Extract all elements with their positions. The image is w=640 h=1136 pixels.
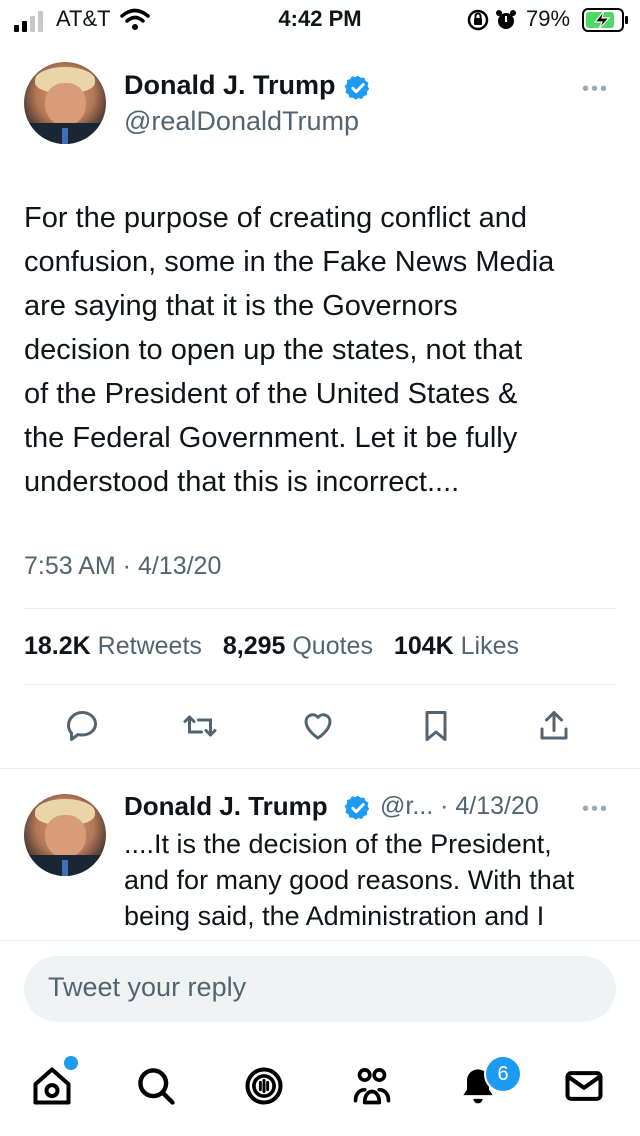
reply-text: ....It is the decision of the President,… (124, 829, 575, 931)
spaces-icon[interactable] (242, 1064, 286, 1108)
alarm-icon (496, 10, 516, 29)
home-unread-dot (62, 1054, 80, 1072)
reply-author-name[interactable]: Donald J. Trump (124, 791, 328, 822)
orientation-lock-icon (467, 9, 489, 31)
divider (24, 684, 616, 685)
reply-author-handle[interactable]: @r... · 4/13/20 (380, 792, 539, 821)
more-options-icon[interactable]: ••• (582, 78, 609, 101)
bookmark-icon[interactable] (418, 708, 454, 744)
verified-badge-icon (344, 75, 370, 100)
likes-stat[interactable]: 104K Likes (394, 632, 519, 660)
status-bar: AT&T 4:42 PM 79% (0, 0, 640, 40)
like-icon[interactable] (300, 708, 336, 744)
reply-input-placeholder: Tweet your reply (48, 972, 247, 1002)
messages-icon[interactable] (562, 1064, 606, 1108)
battery-charging-icon (582, 8, 628, 32)
notifications-badge: 6 (484, 1055, 522, 1093)
search-icon[interactable] (134, 1064, 178, 1108)
divider (0, 768, 640, 769)
tweet-timestamp[interactable]: 7:53 AM · 4/13/20 (24, 552, 221, 581)
tweet-text: For the purpose of creating conflict and… (24, 202, 555, 498)
verified-badge-icon (344, 795, 370, 820)
tweet-stats: 18.2K Retweets 8,295 Quotes 104K Likes (24, 632, 533, 661)
reply-icon[interactable] (64, 708, 100, 744)
communities-icon[interactable] (350, 1064, 394, 1108)
share-icon[interactable] (536, 708, 572, 744)
battery-percent: 79% (526, 6, 571, 31)
divider (24, 608, 616, 609)
reply-author-avatar[interactable] (24, 794, 106, 876)
quotes-stat[interactable]: 8,295 Quotes (223, 632, 373, 660)
author-handle[interactable]: @realDonaldTrump (124, 106, 359, 137)
author-avatar[interactable] (24, 62, 106, 144)
reply-more-options-icon[interactable]: ••• (582, 798, 609, 821)
reply-input[interactable]: Tweet your reply (24, 956, 616, 1022)
retweets-stat[interactable]: 18.2K Retweets (24, 632, 202, 660)
retweet-icon[interactable] (182, 708, 218, 744)
divider (0, 940, 640, 941)
author-name[interactable]: Donald J. Trump (124, 70, 336, 101)
